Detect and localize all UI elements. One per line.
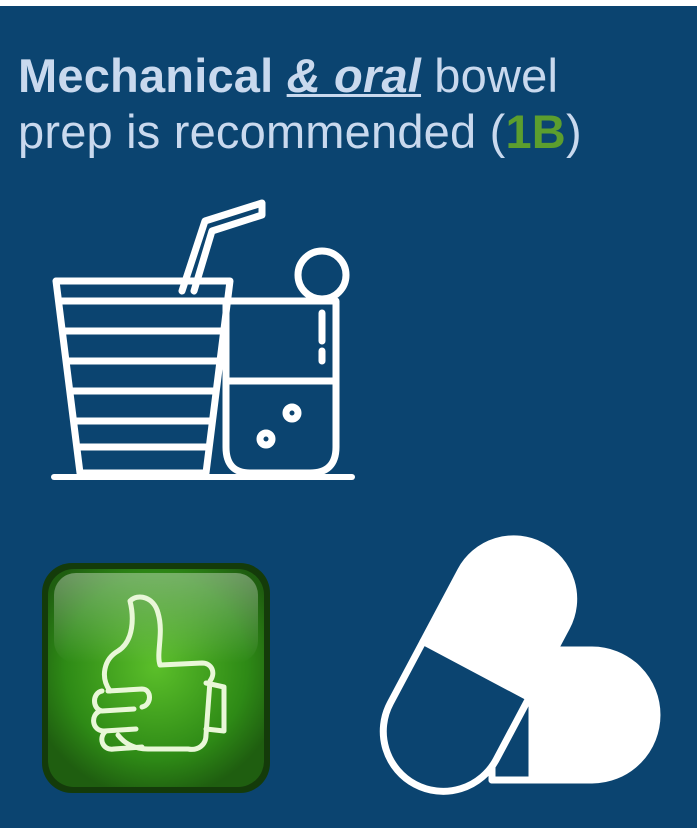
- headline-line2-prefix: prep is recommended (: [18, 105, 506, 158]
- recommendation-headline: Mechanical & oral bowel prep is recommen…: [18, 48, 688, 160]
- drinks-icon: [51, 199, 355, 480]
- headline-part1: Mechanical: [18, 49, 287, 102]
- slide: Mechanical & oral bowel prep is recommen…: [0, 6, 697, 828]
- headline-line2-suffix: ): [565, 105, 582, 158]
- capsule-pill-icon: [379, 535, 661, 795]
- headline-part2: bowel: [421, 49, 559, 102]
- headline-emphasis: & oral: [286, 49, 422, 102]
- thumbs-up-icon: [42, 563, 270, 793]
- evidence-grade: 1B: [505, 105, 566, 158]
